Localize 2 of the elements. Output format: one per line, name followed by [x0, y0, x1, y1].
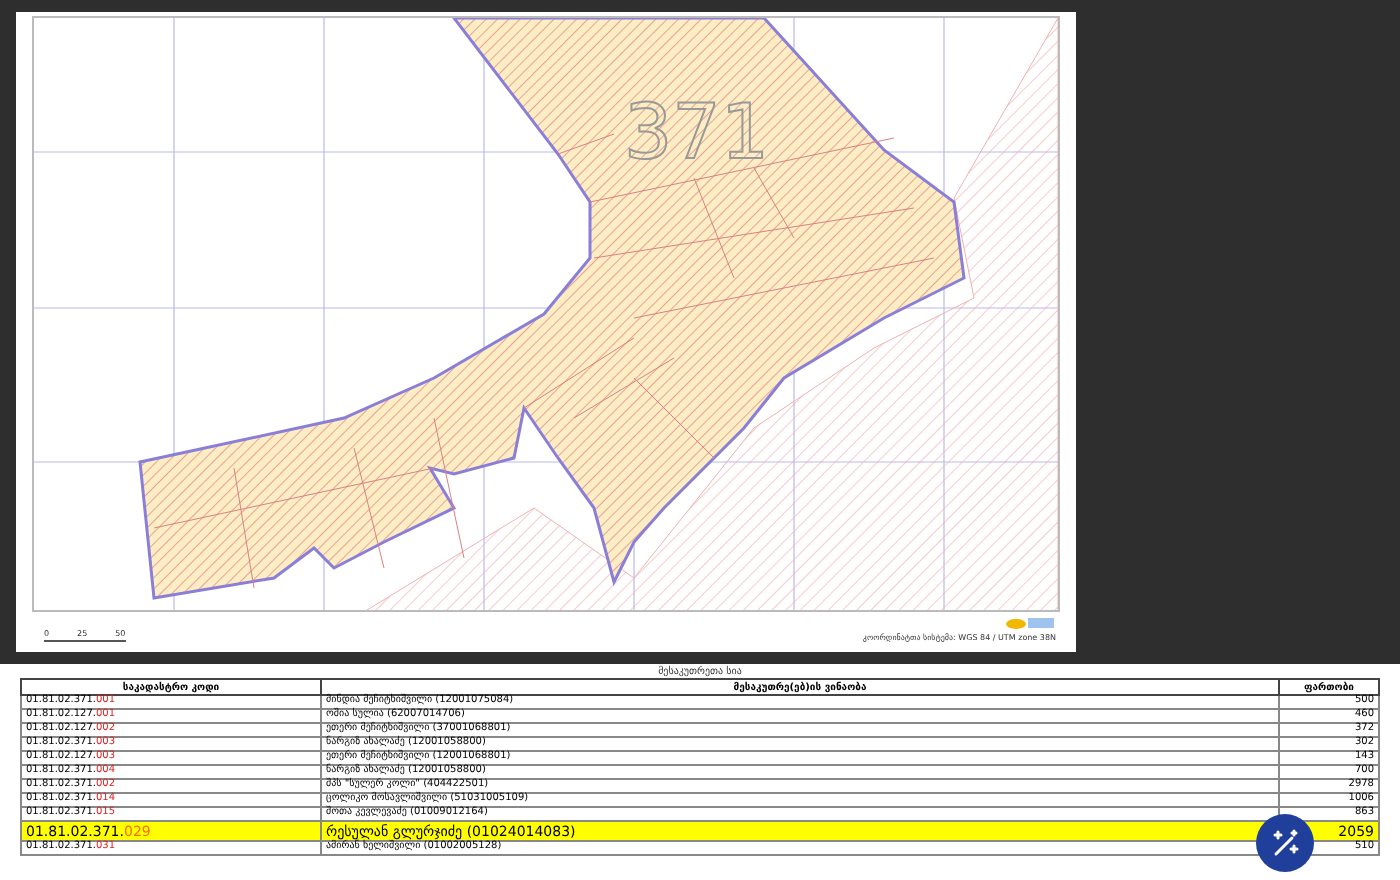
agency-logo-icon	[1004, 616, 1056, 630]
magic-wand-icon	[1269, 827, 1301, 859]
